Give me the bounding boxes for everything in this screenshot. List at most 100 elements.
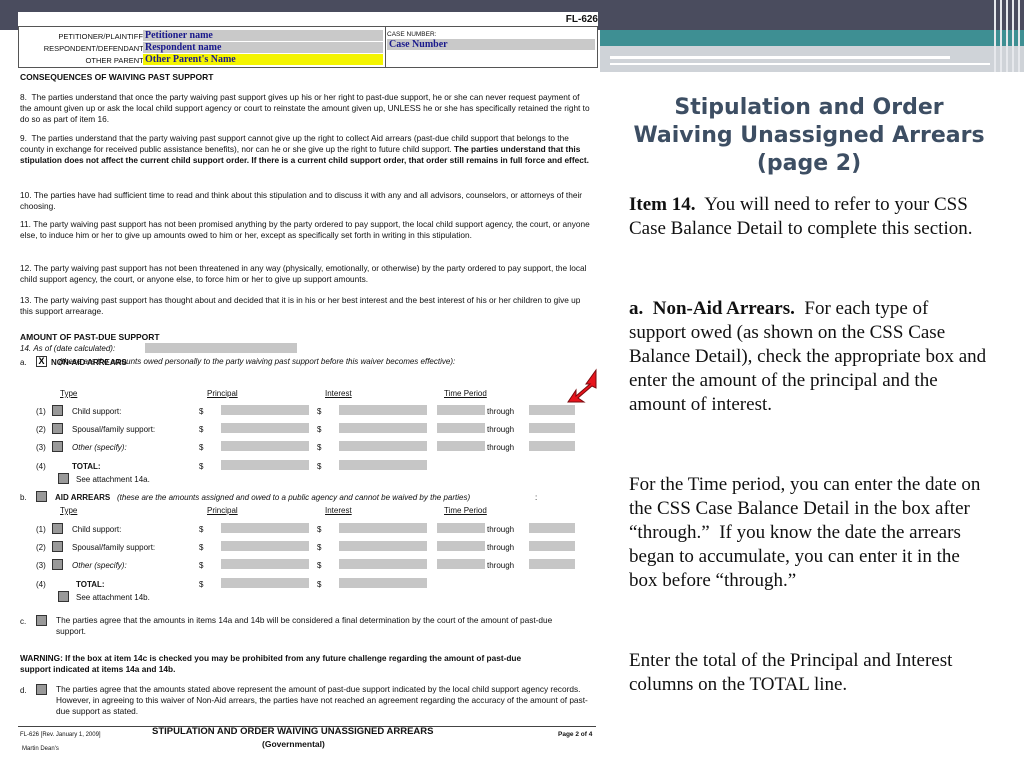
footer-revision: FL-626 [Rev. January 1, 2009]	[20, 732, 101, 738]
row-number: (3)	[36, 443, 46, 452]
principal-field	[221, 523, 309, 533]
item-14-label: 14. As of (date calculated):	[20, 344, 116, 353]
interest-field	[339, 559, 427, 569]
row-number: (1)	[36, 525, 46, 534]
item-d-checkbox	[36, 684, 47, 695]
case-number-field: Case Number	[387, 39, 595, 50]
b-total-label: TOTAL:	[76, 580, 105, 589]
interest-field	[339, 523, 427, 533]
col-interest: Interest	[325, 389, 352, 398]
dollar-sign: $	[199, 462, 204, 471]
a-total-label: TOTAL:	[72, 462, 101, 471]
dollar-sign: $	[199, 561, 204, 570]
col-time-period: Time Period	[444, 506, 487, 515]
through-label: through	[487, 525, 515, 534]
col-principal: Principal	[207, 506, 238, 515]
col-principal: Principal	[207, 389, 238, 398]
through-label: through	[487, 425, 515, 434]
paragraph-9: 9. The parties understand that the party…	[20, 133, 590, 166]
total-interest-field	[339, 460, 427, 470]
principal-field	[221, 441, 309, 451]
aid-note: (these are the amounts assigned and owed…	[117, 493, 471, 502]
a-child-support-label: Child support:	[72, 407, 122, 416]
item-c-label: c.	[20, 617, 27, 626]
col-type: Type	[60, 506, 78, 515]
dollar-sign: $	[317, 407, 322, 416]
item-d-text: The parties agree that the amounts state…	[56, 684, 588, 716]
dollar-sign: $	[317, 443, 322, 452]
interest-field	[339, 541, 427, 551]
dollar-sign: $	[199, 443, 204, 452]
dollar-sign: $	[317, 561, 322, 570]
slide-divider-line	[610, 63, 990, 65]
aid-colon: :	[535, 493, 538, 502]
item-c-checkbox	[36, 615, 47, 626]
total-interest-field	[339, 578, 427, 588]
slide-paragraph-item14: Item 14. You will need to refer to your …	[629, 193, 989, 241]
principal-field	[221, 405, 309, 415]
b-spousal-support-label: Spousal/family support:	[72, 543, 156, 552]
aid-title: AID ARREARS	[55, 493, 111, 502]
period-end-field	[529, 559, 575, 569]
slide-grey-band	[600, 46, 1024, 72]
slide-paragraph-time-period: For the Time period, you can enter the d…	[629, 474, 981, 591]
slide-accent-band	[600, 30, 1024, 46]
dollar-sign: $	[199, 525, 204, 534]
interest-field	[339, 405, 427, 415]
other-parent-field: Other Parent's Name	[143, 54, 383, 65]
item-c-text: The parties agree that the amounts in it…	[56, 615, 553, 636]
dollar-sign: $	[199, 543, 204, 552]
period-start-field	[437, 405, 485, 415]
non-aid-checkbox: X	[36, 356, 47, 367]
through-label: through	[487, 543, 515, 552]
principal-field	[221, 423, 309, 433]
principal-field	[221, 541, 309, 551]
slide-decorative-lines	[992, 0, 1024, 72]
form-fl626-image: FL-626 PETITIONER/PLAINTIFF: Petitioner …	[18, 12, 598, 758]
period-end-field	[529, 523, 575, 533]
period-end-field	[529, 423, 575, 433]
other-parent-label: OTHER PARENT:	[85, 56, 145, 65]
period-end-field	[529, 541, 575, 551]
section-title-consequences: CONSEQUENCES OF WAIVING PAST SUPPORT	[20, 72, 214, 82]
a-other-checkbox	[52, 441, 63, 452]
see-attachment-14a-checkbox	[58, 473, 69, 484]
warning-text: WARNING: If the box at item 14c is check…	[20, 653, 522, 674]
item-b-label: b.	[20, 493, 27, 502]
interest-field	[339, 423, 427, 433]
b-other-checkbox	[52, 559, 63, 570]
slide-paragraph-total: Enter the total of the Principal and Int…	[629, 650, 953, 695]
slide-paragraph-bold: a. Non-Aid Arrears.	[629, 298, 795, 319]
dollar-sign: $	[317, 462, 322, 471]
period-start-field	[437, 423, 485, 433]
date-calculated-field	[145, 343, 297, 353]
slide-title-line: Stipulation and Order	[674, 95, 944, 120]
footer-page-number: Page 2 of 4	[558, 731, 593, 738]
row-number: (1)	[36, 407, 46, 416]
slide-divider-line	[610, 56, 950, 59]
principal-field	[221, 559, 309, 569]
period-start-field	[437, 523, 485, 533]
see-attachment-14b-checkbox	[58, 591, 69, 602]
item-d-label: d.	[20, 686, 27, 695]
footer-publisher: Martin Dean's	[22, 746, 59, 752]
period-start-field	[437, 541, 485, 551]
dollar-sign: $	[317, 525, 322, 534]
form-header-box: PETITIONER/PLAINTIFF: Petitioner name RE…	[18, 26, 598, 68]
form-id: FL-626	[565, 14, 598, 25]
through-label: through	[487, 561, 515, 570]
petitioner-label: PETITIONER/PLAINTIFF:	[58, 32, 145, 41]
period-start-field	[437, 559, 485, 569]
b-spousal-support-checkbox	[52, 541, 63, 552]
b-other-label: Other (specify):	[72, 561, 127, 570]
dollar-sign: $	[199, 425, 204, 434]
dollar-sign: $	[199, 407, 204, 416]
dollar-sign: $	[317, 425, 322, 434]
a-spousal-support-label: Spousal/family support:	[72, 425, 156, 434]
total-principal-field	[221, 578, 309, 588]
petitioner-field: Petitioner name	[143, 30, 383, 41]
aid-checkbox	[36, 491, 47, 502]
a-other-label: Other (specify):	[72, 443, 127, 452]
respondent-label: RESPONDENT/DEFENDANT:	[43, 44, 145, 53]
row-number: (2)	[36, 543, 46, 552]
